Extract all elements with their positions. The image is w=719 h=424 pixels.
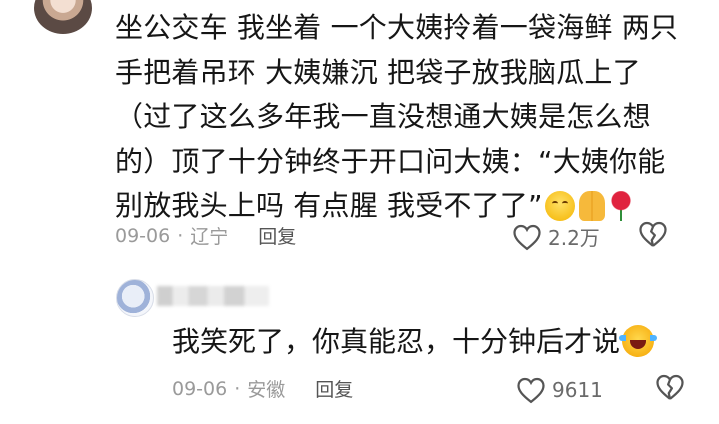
comment-line: 手把着吊环 大姨嫌沉 把袋子放我脑瓜上了	[115, 55, 641, 89]
comment-actions: 2.2万	[512, 220, 668, 253]
reply-text: 我笑死了，你真能忍，十分钟后才说	[172, 322, 658, 362]
face-with-tears-of-joy-icon	[619, 325, 658, 357]
smiling-face-icon	[544, 191, 575, 221]
reply-meta: 09-06 · 安徽 回复	[172, 375, 353, 402]
like-count: 2.2万	[548, 226, 600, 250]
reply-location: 安徽	[247, 379, 286, 401]
reply-date: 09-06	[172, 377, 228, 400]
replier-name-blurred[interactable]	[157, 286, 269, 306]
comment-line: 的）顶了十分钟终于开口问大姨：“大姨你能	[115, 144, 666, 178]
heart-icon	[517, 377, 545, 403]
like-button[interactable]: 9611	[516, 376, 603, 404]
like-count: 9611	[552, 377, 603, 402]
broken-heart-icon	[639, 221, 667, 247]
reply-actions: 9611	[516, 373, 685, 406]
dislike-button[interactable]	[638, 220, 668, 253]
meta-separator: ·	[177, 224, 184, 247]
commenter-avatar[interactable]	[34, 0, 92, 34]
heart-icon	[513, 224, 541, 250]
like-button[interactable]: 2.2万	[512, 222, 600, 251]
folded-hands-icon	[578, 191, 605, 221]
meta-separator: ·	[234, 377, 241, 400]
comment-line: （过了这么多年我一直没想通大姨是怎么想	[115, 100, 651, 133]
dislike-button[interactable]	[655, 373, 685, 406]
comment-text: 坐公交车 我坐着 一个大姨拎着一袋海鲜 两只 手把着吊环 大姨嫌沉 把袋子放我脑…	[115, 6, 705, 229]
reply-text-content: 我笑死了，你真能忍，十分钟后才说	[172, 325, 621, 358]
comment-location: 辽宁	[190, 226, 229, 248]
comment-line: 坐公交车 我坐着 一个大姨拎着一袋海鲜 两只	[115, 11, 679, 44]
comment-date: 09-06	[115, 224, 171, 247]
comment-line-text: 别放我头上吗 有点腥 我受不了了”	[115, 189, 543, 222]
comment-emojis	[544, 191, 633, 221]
replier-avatar[interactable]	[116, 279, 154, 317]
broken-heart-icon	[656, 374, 684, 400]
reply-button[interactable]: 回复	[315, 375, 353, 402]
comment-meta: 09-06 · 辽宁 回复	[115, 222, 296, 249]
rose-icon	[608, 191, 633, 221]
reply-button[interactable]: 回复	[258, 222, 296, 249]
